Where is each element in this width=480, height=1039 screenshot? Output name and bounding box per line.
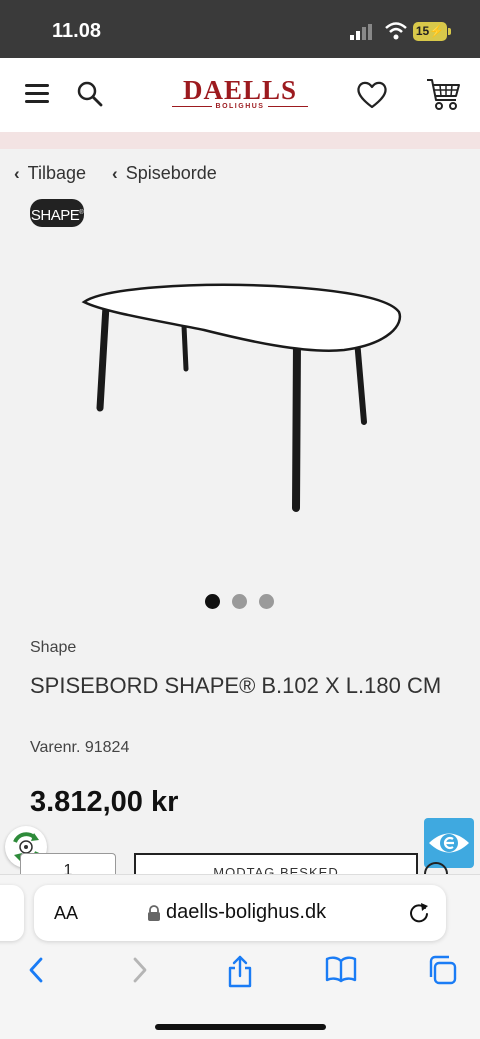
home-indicator	[155, 1024, 326, 1030]
battery-tip	[448, 28, 451, 35]
address-bar[interactable]: AA daells-bolighus.dk	[34, 885, 446, 941]
search-icon[interactable]	[76, 80, 104, 108]
cart-icon[interactable]	[426, 78, 462, 112]
url-text: daells-bolighus.dk	[166, 901, 327, 923]
heart-icon[interactable]	[356, 80, 388, 110]
lock-icon	[148, 905, 160, 921]
breadcrumb-label: Spiseborde	[125, 163, 217, 183]
product-image[interactable]	[44, 242, 434, 562]
product-title: SPISEBORD SHAPE® B.102 X L.180 CM	[30, 673, 442, 698]
forward-icon[interactable]	[130, 955, 150, 985]
promo-bar	[0, 132, 480, 149]
site-logo[interactable]: DAELLS BOLIGHUS	[172, 75, 309, 116]
breadcrumb-back[interactable]: ‹ Tilbage	[14, 163, 86, 184]
cellular-signal-icon	[350, 24, 372, 40]
product-brand[interactable]: Shape	[30, 639, 76, 657]
product-sku: Varenr. 91824	[30, 739, 130, 756]
status-time: 11.08	[52, 20, 101, 42]
battery-icon: 15⚡	[413, 22, 447, 41]
site-header: DAELLS BOLIGHUS	[0, 58, 480, 132]
status-bar: 11.08 15⚡	[0, 0, 480, 58]
reload-icon[interactable]	[408, 902, 430, 924]
logo-sub: BOLIGHUS	[215, 103, 265, 110]
browser-bottom-bar: AA daells-bolighus.dk	[0, 874, 480, 1039]
carousel-dot[interactable]	[232, 594, 247, 609]
logo-brand: DAELLS	[182, 75, 298, 105]
reader-settings-button[interactable]: AA	[54, 903, 78, 924]
breadcrumb-category[interactable]: ‹ Spiseborde	[112, 163, 217, 184]
tabs-icon[interactable]	[428, 955, 458, 985]
brand-badge-label: SHAPE	[30, 207, 80, 224]
breadcrumb-label: Tilbage	[27, 163, 87, 183]
table-illustration	[81, 283, 402, 512]
e-mark-trust-icon[interactable]	[424, 818, 474, 868]
wifi-icon	[385, 22, 407, 40]
browser-toolbar	[0, 955, 480, 999]
share-icon[interactable]	[226, 955, 254, 989]
back-icon[interactable]	[26, 955, 46, 985]
carousel-dot[interactable]	[259, 594, 274, 609]
brand-logo-badge[interactable]: SHAPE®	[30, 199, 84, 227]
product-price: 3.812,00 kr	[30, 786, 179, 818]
previous-tab-preview[interactable]	[0, 885, 24, 941]
battery-level: 15	[415, 24, 430, 38]
menu-icon[interactable]	[25, 84, 49, 104]
carousel-dots	[205, 594, 274, 609]
carousel-dot[interactable]	[205, 594, 220, 609]
chevron-left-icon: ‹	[112, 163, 118, 183]
bookmarks-icon[interactable]	[325, 955, 357, 983]
breadcrumb: ‹ Tilbage ‹ Spiseborde	[14, 163, 217, 184]
chevron-left-icon: ‹	[14, 163, 20, 183]
aa-label: AA	[54, 903, 79, 923]
